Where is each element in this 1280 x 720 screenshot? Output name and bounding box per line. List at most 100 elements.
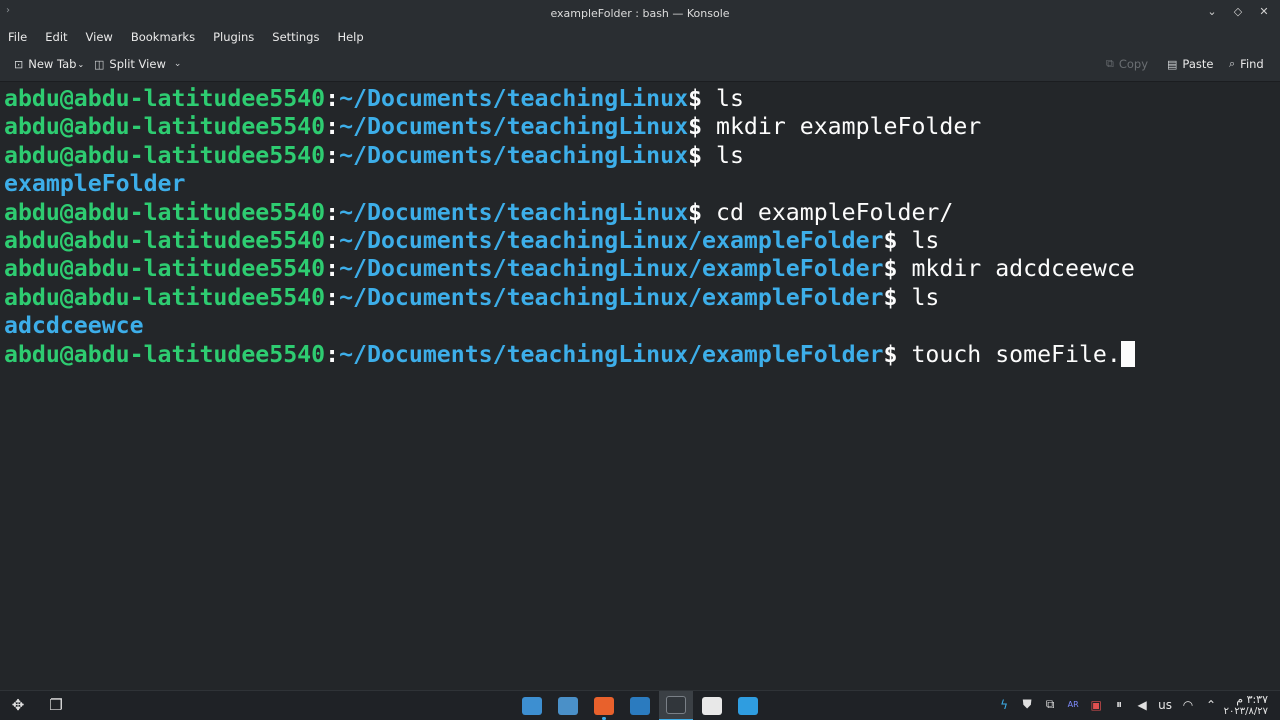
directory-listing: adcdceewce xyxy=(4,312,144,340)
paste-label: Paste xyxy=(1182,57,1214,71)
file-manager-icon xyxy=(522,697,542,715)
prompt-separator: : xyxy=(325,340,340,368)
clipboard-icon[interactable]: ⧉ xyxy=(1043,697,1057,712)
toolbar: ⊡ New Tab ⌄ ◫ Split View ⌄ ⧉ Copy ▤ Past… xyxy=(0,48,1280,82)
digital-clock[interactable]: ٣:٣٧ م ٢٠٢٣/٨/٢٧ xyxy=(1222,693,1268,718)
vscode-task[interactable] xyxy=(623,691,657,720)
command-text: touch someFile. xyxy=(911,340,1121,368)
paste-button[interactable]: ▤ Paste xyxy=(1167,57,1213,71)
menu-edit[interactable]: Edit xyxy=(45,30,67,44)
maximize-icon[interactable]: ◇ xyxy=(1230,3,1246,21)
prompt-path: ~/Documents/teachingLinux xyxy=(339,198,689,226)
vscode-icon xyxy=(630,697,650,715)
minimize-icon[interactable]: ⌄ xyxy=(1204,3,1220,21)
command-text: ls xyxy=(716,141,744,169)
split-view-label: Split View xyxy=(109,57,166,71)
prompt-dollar: $ xyxy=(688,198,716,226)
prompt-user-host: abdu@abdu-latitudee5540 xyxy=(4,113,326,141)
window-title: exampleFolder : bash — Konsole xyxy=(550,6,730,20)
taskbar: ✥ ❐ ϟ ⛊ ⧉ AR ▣ ⏸ ◀ us ◠ ⌃ ٣:٣٧ م ٢٠٢٣/٨/… xyxy=(0,690,1280,720)
new-tab-icon: ⊡ xyxy=(14,57,24,71)
software-center-icon xyxy=(558,697,578,715)
terminal-prompt-line: abdu@abdu-latitudee5540:~/Documents/teac… xyxy=(4,113,1280,141)
konsole-task[interactable] xyxy=(659,691,693,720)
text-editor-task[interactable] xyxy=(731,691,765,720)
vim-task[interactable] xyxy=(695,691,729,720)
prompt-path: ~/Documents/teachingLinux/exampleFolder xyxy=(339,340,884,368)
software-center-task[interactable] xyxy=(551,691,585,720)
shield-icon[interactable]: ⛊ xyxy=(1020,697,1034,712)
keyboard-layout[interactable]: us xyxy=(1158,698,1172,712)
wifi-icon[interactable]: ◠ xyxy=(1181,698,1195,712)
menu-bookmarks[interactable]: Bookmarks xyxy=(131,30,195,44)
command-text: ls xyxy=(911,283,940,311)
system-tray: ϟ ⛊ ⧉ AR ▣ ⏸ ◀ us ◠ ⌃ xyxy=(997,697,1218,712)
menu-help[interactable]: Help xyxy=(337,30,363,44)
prompt-separator: : xyxy=(325,226,340,254)
taskbar-left: ✥ ❐ xyxy=(8,695,66,715)
find-button[interactable]: ⌕ Find xyxy=(1229,57,1264,71)
prompt-user-host: abdu@abdu-latitudee5540 xyxy=(4,85,326,112)
terminal-prompt-line: abdu@abdu-latitudee5540:~/Documents/teac… xyxy=(4,227,1280,255)
prompt-dollar: $ xyxy=(688,113,716,141)
text-cursor xyxy=(1120,340,1135,367)
prompt-path: ~/Documents/teachingLinux/exampleFolder xyxy=(339,255,884,283)
new-tab-button[interactable]: ⊡ New Tab ⌄ xyxy=(14,57,84,71)
prompt-dollar: $ xyxy=(688,85,716,112)
command-text: mkdir exampleFolder xyxy=(716,113,982,141)
menu-file[interactable]: File xyxy=(8,30,27,44)
directory-listing: exampleFolder xyxy=(4,170,186,198)
command-text: mkdir adcdceewce xyxy=(911,255,1135,283)
clock-time: ٣:٣٧ م xyxy=(1236,693,1268,706)
prompt-path: ~/Documents/teachingLinux xyxy=(339,113,689,141)
chevron-down-icon: ⌄ xyxy=(77,59,85,69)
firefox-task[interactable] xyxy=(587,691,621,720)
prompt-separator: : xyxy=(325,113,340,141)
media-pause-icon[interactable]: ⏸ xyxy=(1112,697,1126,712)
new-tab-label: New Tab xyxy=(28,57,77,71)
prompt-user-host: abdu@abdu-latitudee5540 xyxy=(4,141,326,169)
paste-icon: ▤ xyxy=(1167,57,1178,71)
volume-icon[interactable]: ◀ xyxy=(1135,698,1149,712)
prompt-dollar: $ xyxy=(883,255,912,283)
close-icon[interactable]: ✕ xyxy=(1256,3,1272,21)
prompt-path: ~/Documents/teachingLinux xyxy=(339,85,689,112)
terminal-view[interactable]: abdu@abdu-latitudee5540:~/Documents/teac… xyxy=(0,83,1280,690)
terminal-prompt-line: abdu@abdu-latitudee5540:~/Documents/teac… xyxy=(4,85,1280,113)
konsole-app-icon[interactable]: › xyxy=(6,4,20,18)
menu-settings[interactable]: Settings xyxy=(272,30,319,44)
split-view-button[interactable]: ◫ Split View ⌄ xyxy=(94,57,181,71)
prompt-dollar: $ xyxy=(883,340,912,368)
search-icon: ⌕ xyxy=(1229,57,1236,70)
copy-button[interactable]: ⧉ Copy xyxy=(1106,57,1148,71)
prompt-separator: : xyxy=(325,85,340,112)
command-text: ls xyxy=(911,226,940,254)
prompt-path: ~/Documents/teachingLinux/exampleFolder xyxy=(339,226,884,254)
command-text: cd exampleFolder/ xyxy=(716,198,954,226)
language-icon[interactable]: AR xyxy=(1066,700,1080,709)
prompt-separator: : xyxy=(325,141,340,169)
terminal-prompt-line: abdu@abdu-latitudee5540:~/Documents/teac… xyxy=(4,142,1280,170)
firefox-icon xyxy=(594,697,614,715)
menu-plugins[interactable]: Plugins xyxy=(213,30,254,44)
text-editor-icon xyxy=(738,697,758,715)
prompt-dollar: $ xyxy=(688,141,716,169)
terminal-prompt-line: abdu@abdu-latitudee5540:~/Documents/teac… xyxy=(4,340,1280,369)
menu-view[interactable]: View xyxy=(86,30,113,44)
prompt-separator: : xyxy=(325,198,340,226)
file-manager-task[interactable] xyxy=(515,691,549,720)
find-label: Find xyxy=(1240,57,1264,71)
prompt-user-host: abdu@abdu-latitudee5540 xyxy=(4,255,326,283)
power-icon[interactable]: ϟ xyxy=(997,698,1011,712)
menubar: File Edit View Bookmarks Plugins Setting… xyxy=(0,26,1280,48)
application-launcher-icon[interactable]: ✥ xyxy=(8,695,28,715)
clock-date: ٢٠٢٣/٨/٢٧ xyxy=(1223,706,1268,717)
task-manager xyxy=(515,691,765,720)
konsole-icon xyxy=(666,696,686,714)
terminal-prompt-line: abdu@abdu-latitudee5540:~/Documents/teac… xyxy=(4,255,1280,283)
terminal-output-line: adcdceewce xyxy=(4,312,1280,340)
camera-icon[interactable]: ▣ xyxy=(1089,698,1103,712)
show-desktop-icon[interactable]: ❐ xyxy=(46,695,66,715)
chevron-up-icon[interactable]: ⌃ xyxy=(1204,698,1218,712)
prompt-user-host: abdu@abdu-latitudee5540 xyxy=(4,198,326,226)
